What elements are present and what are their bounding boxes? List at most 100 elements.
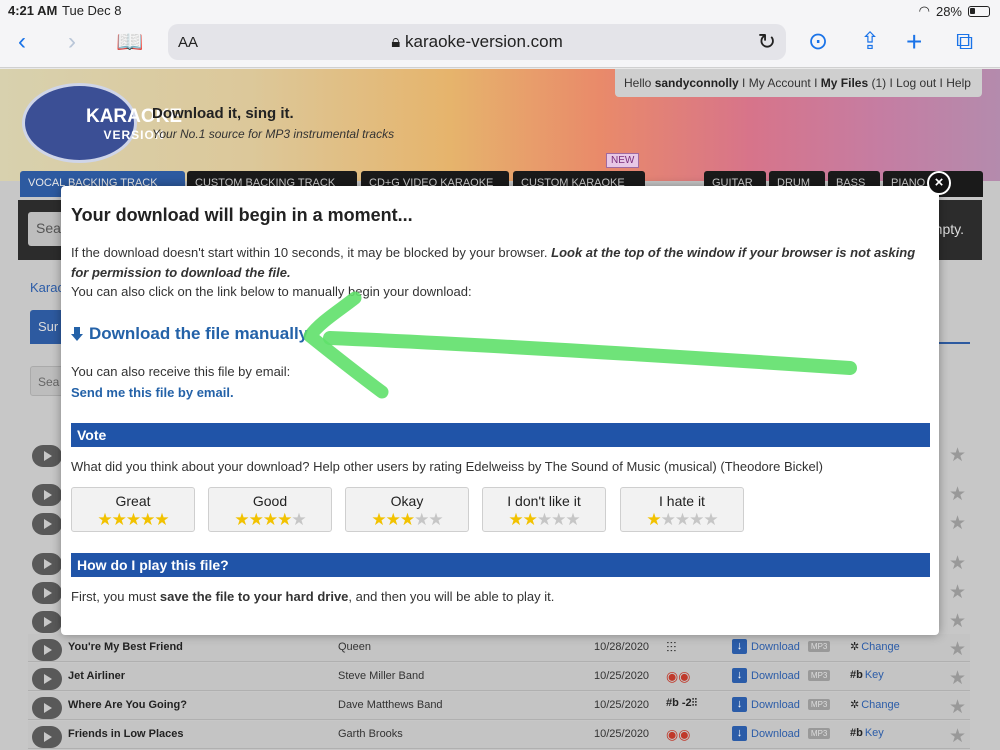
favorite-star-icon[interactable]: ★ [949,444,966,467]
separator: I [810,76,821,90]
favorite-star-icon[interactable]: ★ [949,610,966,633]
song-title[interactable]: You're My Best Friend [68,641,183,653]
rating-good-button[interactable]: Good ★★★★★ [208,487,332,532]
favorite-star-icon[interactable]: ★ [949,552,966,575]
rating-label: Okay [390,493,424,509]
song-artist[interactable]: Garth Brooks [338,728,403,740]
play-button[interactable] [32,726,62,748]
key-link[interactable]: #b Key [850,669,884,681]
download-modal: Your download will begin in a moment... … [61,186,939,635]
my-account-link[interactable]: My Account [749,76,811,90]
separator: I [936,76,947,90]
rating-great-button[interactable]: Great ★★★★★ [71,487,195,532]
modal-blocked-notice: If the download doesn't start within 10 … [71,243,931,283]
download-link[interactable]: ↓ Download MP3 [732,697,831,712]
download-manually-link[interactable]: Download the file manually [71,324,308,344]
status-right: ◠ 28% [919,3,990,19]
play-heading: How do I play this file? [71,553,930,577]
bookmarks-icon[interactable]: 📖 [116,28,143,56]
back-icon[interactable]: ‹ [18,28,26,56]
email-instruction: You can also receive this file by email: [71,364,291,379]
rating-stars-icon: ★★★★★ [371,510,443,529]
action-label: Key [864,727,884,739]
song-artist[interactable]: Queen [338,641,371,653]
play-button[interactable] [32,484,62,506]
rating-stars-icon: ★★★★★ [97,510,169,529]
download-label: Download [751,698,800,711]
song-date: 10/25/2020 [594,728,650,740]
download-icon: ↓ [732,668,747,683]
action-label: Change [861,641,900,653]
play-button[interactable] [32,553,62,575]
song-date: 10/25/2020 [594,670,650,682]
url-text[interactable]: 🔒︎ karaoke-version.com [168,32,786,52]
wifi-icon: ◠ [918,3,930,18]
download-manually-label: Download the file manually [89,324,309,343]
download-link[interactable]: ↓ Download MP3 [732,668,831,683]
modal-title: Your download will begin in a moment... [71,205,413,225]
favorite-star-icon[interactable]: ★ [949,696,966,719]
tabs-icon[interactable]: ⧉ [956,28,973,56]
download-link[interactable]: ↓ Download MP3 [732,639,831,654]
favorite-star-icon[interactable]: ★ [949,512,966,535]
breadcrumb[interactable]: Karao [30,280,65,295]
change-link[interactable]: ✲ Change [850,698,900,711]
play-text-2: , and then you will be able to play it. [348,589,555,604]
rating-stars-icon: ★★★★★ [508,510,580,529]
send-email-link[interactable]: Send me this file by email. [71,385,234,400]
new-badge: NEW [606,153,640,168]
rating-hate-button[interactable]: I hate it ★★★★★ [620,487,744,532]
download-icon: ↓ [732,639,747,654]
status-date: Tue Dec 8 [62,3,122,18]
key-icon: #b [850,669,863,681]
play-button[interactable] [32,582,62,604]
mixer-icon: ⫶⫶⫶ [666,639,677,655]
table-row: Friends in Low Places Garth Brooks 10/25… [28,721,970,749]
downloads-icon[interactable]: ⊙ [808,28,828,56]
table-row: You're My Best Friend Queen 10/28/2020 ⫶… [28,634,970,662]
play-button[interactable] [32,668,62,690]
song-title[interactable]: Jet Airliner [68,670,125,682]
song-artist[interactable]: Steve Miller Band [338,670,424,682]
share-icon[interactable]: ⇪ [860,28,880,56]
download-label: Download [751,640,800,653]
rating-dislike-button[interactable]: I don't like it ★★★★★ [482,487,606,532]
change-link[interactable]: ✲ Change [850,640,900,653]
close-icon[interactable]: × [927,171,951,195]
download-link[interactable]: ↓ Download MP3 [732,726,831,741]
vote-question: What did you think about your download? … [71,459,823,474]
key-link[interactable]: #b Key [850,727,884,739]
address-bar[interactable]: AA 🔒︎ karaoke-version.com ↻ [168,24,786,60]
my-files-link[interactable]: My Files [821,76,868,90]
lock-icon: 🔒︎ [391,32,401,51]
play-button[interactable] [32,611,62,633]
favorite-star-icon[interactable]: ★ [949,667,966,690]
forward-icon[interactable]: › [68,28,76,56]
favorite-star-icon[interactable]: ★ [949,725,966,748]
action-label: Change [861,699,900,711]
reload-icon[interactable]: ↻ [758,29,776,55]
help-link[interactable]: Help [946,76,971,90]
song-artist[interactable]: Dave Matthews Band [338,699,443,711]
favorite-star-icon[interactable]: ★ [949,581,966,604]
log-out-link[interactable]: Log out [896,76,936,90]
song-title[interactable]: Where Are You Going? [68,699,187,711]
status-time: 4:21 AM [8,3,58,18]
play-button[interactable] [32,639,62,661]
rating-okay-button[interactable]: Okay ★★★★★ [345,487,469,532]
play-instruction: First, you must save the file to your ha… [71,589,554,604]
download-label: Download [751,727,800,740]
song-title[interactable]: Friends in Low Places [68,728,184,740]
favorite-star-icon[interactable]: ★ [949,483,966,506]
format-badge: MP3 [807,670,831,681]
settings-icon: ✲ [850,699,860,711]
play-button[interactable] [32,697,62,719]
song-date: 10/25/2020 [594,699,650,711]
play-button[interactable] [32,513,62,535]
rating-label: Great [115,493,151,509]
play-button[interactable] [32,445,62,467]
favorite-star-icon[interactable]: ★ [949,638,966,661]
new-tab-icon[interactable]: + [906,28,922,56]
site-logo[interactable]: KARAOKE VERSION [22,83,182,163]
browser-toolbar: ‹ › 📖 AA 🔒︎ karaoke-version.com ↻ ⊙ ⇪ + … [0,20,1000,68]
